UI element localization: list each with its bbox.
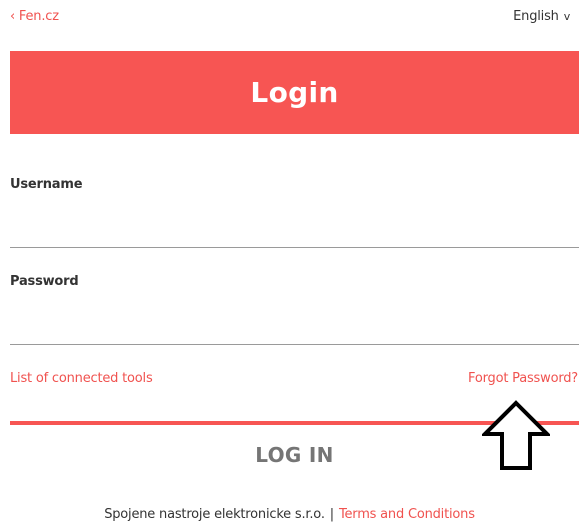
terms-link[interactable]: Terms and Conditions bbox=[339, 507, 475, 522]
back-link-fen[interactable]: ‹ Fen.cz bbox=[10, 9, 59, 24]
footer-company: Spojene nastroje elektronicke s.r.o. bbox=[104, 507, 325, 522]
top-bar: ‹ Fen.cz English v bbox=[10, 9, 570, 31]
language-label: English bbox=[513, 9, 559, 24]
login-banner: Login bbox=[10, 51, 579, 134]
chevron-down-icon: v bbox=[563, 10, 571, 23]
login-button-label: LOG IN bbox=[255, 443, 334, 467]
footer: Spojene nastroje elektronicke s.r.o. | Ter… bbox=[0, 507, 579, 522]
page-title: Login bbox=[250, 76, 339, 109]
language-selector[interactable]: English v bbox=[513, 9, 570, 24]
up-arrow-icon bbox=[482, 400, 550, 470]
connected-tools-link[interactable]: List of connected tools bbox=[10, 371, 153, 386]
forgot-password-link[interactable]: Forgot Password? bbox=[468, 371, 578, 386]
password-field[interactable] bbox=[10, 315, 579, 345]
password-label: Password bbox=[10, 274, 79, 289]
username-label: Username bbox=[10, 177, 83, 192]
username-field[interactable] bbox=[10, 218, 579, 248]
footer-separator: | bbox=[329, 507, 334, 522]
